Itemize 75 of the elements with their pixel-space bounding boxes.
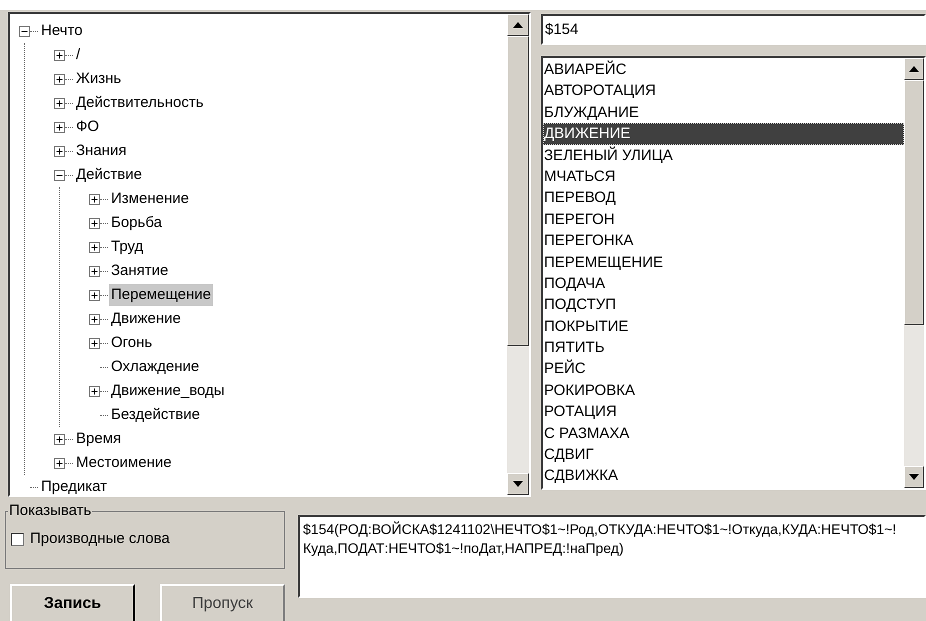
- up-arrow-icon: [513, 22, 523, 28]
- list-item[interactable]: ПЕРЕГОН: [543, 208, 904, 230]
- up-arrow-icon: [909, 66, 919, 72]
- collapse-icon[interactable]: [19, 26, 30, 36]
- scroll-thumb[interactable]: [507, 36, 529, 346]
- skip-button[interactable]: Пропуск: [160, 584, 285, 621]
- expand-icon[interactable]: [89, 338, 100, 348]
- list-item[interactable]: ПЕРЕМЕЩЕНИЕ: [543, 252, 904, 273]
- tree-item[interactable]: Движение_воды: [109, 380, 227, 402]
- tree-item[interactable]: Изменение: [109, 188, 191, 210]
- list-item[interactable]: АВИАРЕЙС: [543, 59, 904, 80]
- scrollbar[interactable]: [507, 14, 529, 495]
- checkbox[interactable]: [11, 532, 24, 546]
- expand-icon[interactable]: [54, 122, 65, 132]
- scroll-up-button[interactable]: [507, 14, 529, 36]
- tree-item[interactable]: Занятие: [109, 260, 170, 282]
- tree-item[interactable]: Действие: [74, 164, 144, 186]
- tree-item[interactable]: Нечто: [39, 20, 85, 42]
- list-item[interactable]: МЧАТЬСЯ: [543, 166, 904, 188]
- expand-icon[interactable]: [89, 242, 100, 252]
- expand-icon[interactable]: [54, 146, 65, 156]
- tree-item[interactable]: Действительность: [74, 92, 206, 114]
- list-item[interactable]: ПЯТИТЬ: [543, 337, 904, 358]
- tree-item[interactable]: Местоимение: [74, 452, 174, 474]
- collapse-icon[interactable]: [54, 170, 65, 180]
- list-item[interactable]: ПОДАЧА: [543, 272, 904, 294]
- tree-item[interactable]: Время: [74, 428, 124, 450]
- list-item[interactable]: С РАЗМАХА: [543, 422, 904, 444]
- list-item[interactable]: ПОКРЫТИЕ: [543, 316, 904, 338]
- scroll-down-button[interactable]: [507, 473, 529, 495]
- save-button[interactable]: Запись: [10, 584, 135, 621]
- tree-item[interactable]: Перемещение: [109, 284, 213, 306]
- expand-icon[interactable]: [89, 386, 100, 396]
- scrollbar[interactable]: [904, 58, 924, 488]
- tree-item[interactable]: Бездействие: [109, 404, 202, 426]
- list-item[interactable]: РОКИРОВКА: [543, 380, 904, 402]
- tree-item[interactable]: Огонь: [109, 332, 154, 354]
- list-item[interactable]: СДВИЖКА: [543, 465, 904, 487]
- scroll-up-button[interactable]: [904, 58, 924, 80]
- scroll-down-button[interactable]: [904, 466, 924, 488]
- checkbox-label[interactable]: Производные слова: [30, 528, 170, 550]
- expand-icon[interactable]: [89, 290, 100, 300]
- expand-icon[interactable]: [89, 218, 100, 228]
- expand-icon[interactable]: [54, 434, 65, 444]
- expand-icon[interactable]: [54, 74, 65, 84]
- scroll-thumb[interactable]: [904, 80, 924, 325]
- tree-item[interactable]: Охлаждение: [109, 356, 202, 378]
- tree-item[interactable]: Предикат: [39, 476, 110, 495]
- expand-icon[interactable]: [89, 194, 100, 204]
- expand-icon[interactable]: [89, 314, 100, 324]
- down-arrow-icon: [513, 481, 523, 487]
- code-field[interactable]: $154: [541, 14, 926, 45]
- list-item[interactable]: РЕЙС: [543, 358, 904, 380]
- tree-item[interactable]: Движение: [109, 308, 183, 330]
- list-item[interactable]: ПЕРЕВОД: [543, 187, 904, 209]
- list-item[interactable]: ПОДСТУП: [543, 294, 904, 316]
- list-item[interactable]: СДВИГ: [543, 444, 904, 466]
- expand-icon[interactable]: [54, 98, 65, 108]
- down-arrow-icon: [909, 474, 919, 480]
- list-item[interactable]: ЗЕЛЕНЫЙ УЛИЦА: [543, 144, 904, 166]
- list-item[interactable]: ПЕРЕГОНКА: [543, 230, 904, 252]
- definition-field[interactable]: $154(РОД:ВОЙСКА$1241102\НЕЧТО$1~!Род,ОТКУДА:НЕЧТО$1~!Откуда,КУДА:НЕЧТО$1~!Куда,ПОДАТ:НЕЧТО$1~!поДат,НАПРЕД:!наПред): [298, 515, 926, 598]
- tree-item[interactable]: ФО: [74, 116, 102, 138]
- list-item[interactable]: РОТАЦИЯ: [543, 401, 904, 423]
- list-item[interactable]: ДВИЖЕНИЕ: [543, 123, 904, 145]
- expand-icon[interactable]: [54, 458, 65, 468]
- list-item[interactable]: АВТОРОТАЦИЯ: [543, 80, 904, 102]
- expand-icon[interactable]: [54, 50, 65, 60]
- tree-item[interactable]: /: [74, 44, 82, 66]
- tree-item[interactable]: Жизнь: [74, 68, 124, 90]
- expand-icon[interactable]: [89, 266, 100, 276]
- tree-item[interactable]: Труд: [109, 236, 146, 258]
- list-item[interactable]: БЛУЖДАНИЕ: [543, 102, 904, 124]
- tree-item[interactable]: Знания: [74, 140, 128, 162]
- tree-item[interactable]: Борьба: [109, 212, 164, 234]
